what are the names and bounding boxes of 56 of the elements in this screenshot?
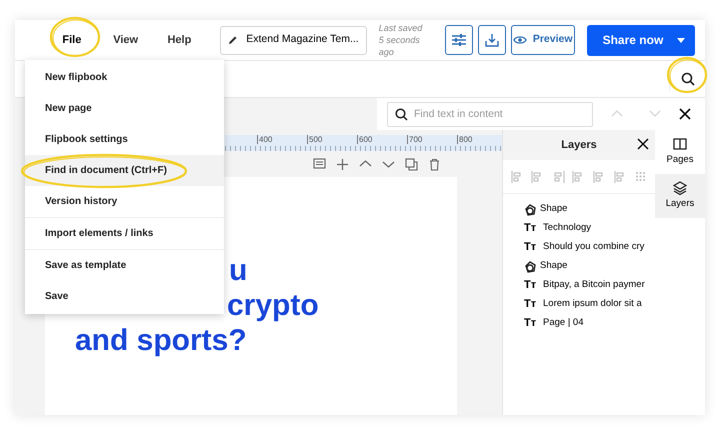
text-type-icon: Tт [524,296,540,313]
duplicate-icon[interactable] [405,158,418,170]
layer-item[interactable]: Tт Page | 04 [503,314,655,333]
trash-icon[interactable] [428,158,441,170]
download-icon [484,32,500,48]
download-button[interactable] [478,25,506,55]
plus-icon[interactable] [336,158,349,170]
heading-text: crypto [227,289,319,322]
preview-button[interactable]: Preview [510,25,575,55]
ruler-label: 500 [307,135,320,144]
layer-item[interactable]: Tт Should you combine cry [503,238,655,257]
layer-item[interactable]: Shape [503,257,655,276]
text-type-icon: Tт [524,220,540,237]
menu-item[interactable]: Import elements / links [25,218,224,250]
sliders-icon [450,33,467,47]
search-icon [395,108,408,120]
text-type-icon: Tт [524,239,540,256]
layer-item[interactable]: Tт Lorem ipsum dolor sit a [503,295,655,314]
pencil-icon [228,35,238,45]
close-icon [637,138,649,150]
layer-item[interactable]: Shape [503,200,655,219]
title-button[interactable]: Extend Magazine Tem... [220,26,367,54]
ruler-label: 800 [457,135,470,144]
save-status: Last saved 5 seconds ago [378,22,424,58]
comment-icon[interactable] [313,158,326,170]
layer-item[interactable]: Tт Technology [503,219,655,238]
close-button[interactable] [637,136,649,152]
menu-item[interactable]: Flipbook settings [25,124,224,155]
close-icon [679,108,691,120]
layers-icon [673,180,687,195]
settings-button[interactable] [444,25,473,55]
shape-icon [524,260,537,272]
menu-item[interactable]: New flipbook [25,62,224,93]
search-icon [680,72,694,86]
menu-button[interactable]: View [107,28,144,52]
share-button[interactable]: Share now [586,24,695,56]
menu-item[interactable]: Save [25,281,224,312]
text-type-icon: Tт [524,277,540,294]
layer-item[interactable]: Tт Bitpay, a Bitcoin paymer [503,276,655,295]
ruler-label: 400 [257,135,270,144]
heading-text: u [229,254,248,287]
pages-icon [673,136,687,151]
sidebar-tab[interactable]: Layers [655,174,705,218]
caret-icon [677,38,685,42]
ruler-label: 600 [357,135,370,144]
text-type-icon: Tт [524,315,540,332]
heading-text: and sports? [75,324,247,357]
menu-item[interactable]: New page [25,93,224,124]
search-field[interactable]: Find text in content [387,102,593,126]
ruler-label: 700 [407,135,420,144]
menu-item[interactable]: Save as template [25,250,224,281]
menu-item[interactable]: Version history [25,186,224,218]
menu-button[interactable]: Help [161,28,198,52]
eye-icon [512,35,527,45]
shape-icon [524,204,537,216]
panel-title: Layers [561,138,597,153]
